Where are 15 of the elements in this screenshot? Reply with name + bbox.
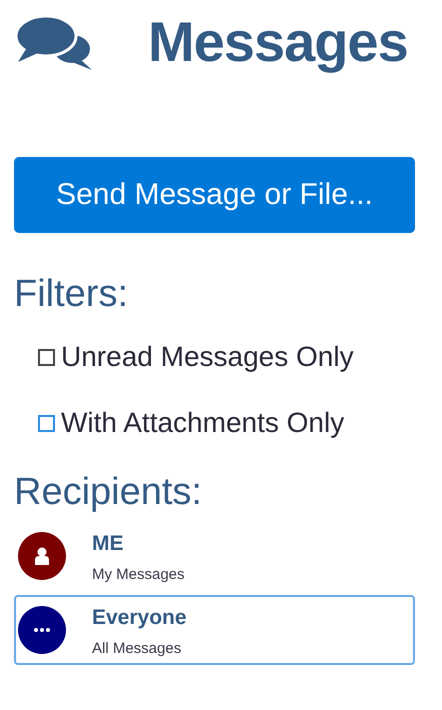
checkbox[interactable] bbox=[38, 414, 55, 432]
recipient-subtitle: My Messages bbox=[92, 566, 185, 582]
more-icon bbox=[34, 628, 50, 632]
send-message-button[interactable]: Send Message or File... bbox=[14, 157, 415, 233]
recipient-subtitle: All Messages bbox=[92, 640, 182, 656]
checkbox-label: Unread Messages Only bbox=[61, 341, 354, 373]
filters-heading: Filters: bbox=[14, 272, 129, 317]
recipient-name: Everyone bbox=[92, 604, 187, 630]
recipient-name: ME bbox=[92, 530, 124, 556]
person-icon bbox=[35, 547, 49, 565]
checkbox[interactable] bbox=[38, 348, 55, 366]
recipient-item[interactable]: Everyone All Messages bbox=[14, 595, 415, 665]
checkbox-label: With Attachments Only bbox=[61, 407, 344, 439]
recipient-item[interactable]: ME My Messages bbox=[14, 521, 415, 591]
recipients-heading: Recipients: bbox=[14, 470, 203, 515]
